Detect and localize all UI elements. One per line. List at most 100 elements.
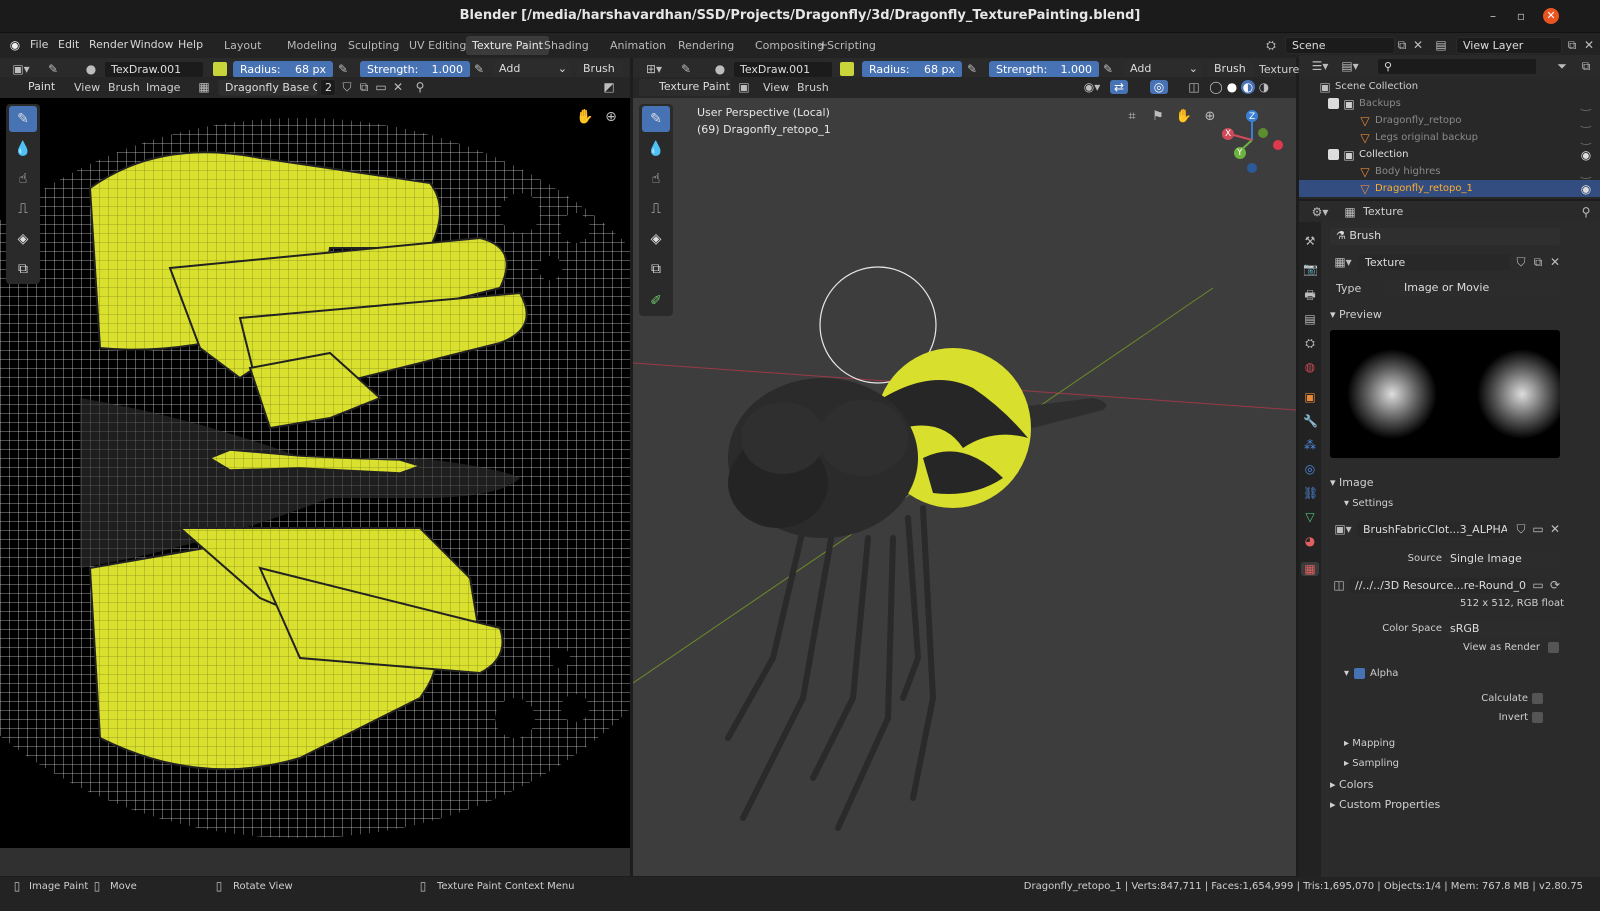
zoom-view-icon[interactable]: ⊕ [1201, 110, 1219, 124]
texture-menu[interactable]: Texture [1259, 63, 1299, 76]
workspace-tab-texture-paint[interactable]: Texture Paint [466, 36, 549, 55]
viewport-brush-name-field[interactable]: TexDraw.001 [733, 61, 833, 78]
3d-viewport[interactable]: User Perspective (Local) (69) Dragonfly_… [633, 98, 1296, 876]
new-view-layer-icon[interactable]: ⧉ [1565, 38, 1579, 52]
output-tab-icon[interactable]: 🖶 [1303, 288, 1317, 302]
image-open-icon[interactable]: ▭ [1531, 522, 1545, 536]
texture-type-dropdown[interactable]: Image or Movie [1382, 280, 1560, 297]
annotate-tool-icon[interactable]: ✐ [642, 288, 670, 314]
mode-dropdown[interactable]: Paint [6, 79, 64, 96]
viewport-clone-tool-icon[interactable]: ⎍ [642, 196, 670, 222]
preview-section-header[interactable]: ▾ Preview [1330, 308, 1382, 321]
sampling-subheader[interactable]: ▸ Sampling [1344, 758, 1399, 769]
view-layer-tab-icon[interactable]: ▤ [1303, 312, 1317, 326]
maximize-button[interactable]: ▫ [1513, 8, 1529, 24]
brush-menu-dropdown[interactable]: Brush [577, 61, 623, 78]
workspace-tab-shading[interactable]: Shading [538, 36, 595, 55]
visibility-eye-icon[interactable]: ‿ [1579, 97, 1593, 111]
render-tab-icon[interactable]: 📷 [1303, 262, 1318, 276]
image-unlink-icon[interactable]: ✕ [1548, 522, 1562, 536]
fake-user-icon[interactable]: ⛉ [340, 80, 354, 94]
viewport-draw-tool-icon[interactable]: ✎ [642, 106, 670, 132]
viewport-smear-tool-icon[interactable]: ☝ [642, 166, 670, 192]
brush-name-field[interactable]: TexDraw.001 [104, 61, 204, 78]
outliner-row[interactable]: ▽ Body highres ‿ [1299, 163, 1600, 180]
fill-tool-icon[interactable]: ◈ [9, 226, 37, 252]
viewport-soften-tool-icon[interactable]: 💧 [642, 136, 670, 162]
uv-texture-canvas[interactable]: ✎ 💧 ☝ ⎍ ◈ ⧉ ✋ ⊕ [0, 98, 630, 848]
pin-icon[interactable]: ⚲ [413, 80, 427, 94]
view-as-render-checkbox[interactable] [1548, 642, 1559, 653]
mapping-subheader[interactable]: ▸ Mapping [1344, 738, 1395, 749]
particles-tab-icon[interactable]: ⁂ [1303, 438, 1317, 452]
viewport-mode-dropdown[interactable]: Texture Paint [639, 79, 731, 96]
menu-view[interactable]: View [74, 81, 100, 94]
outliner-root-row[interactable]: ▣ Scene Collection [1299, 78, 1600, 95]
viewport-blend-dropdown[interactable]: Add ⌄ [1124, 61, 1202, 78]
outliner-search-input[interactable]: ⚲ [1377, 58, 1537, 75]
gizmo-toggle-icon[interactable]: ⇄ [1110, 80, 1128, 94]
pan-view-icon[interactable]: ✋ [1175, 110, 1193, 124]
outliner-row[interactable]: ▽ Dragonfly_retopo ‿ [1299, 112, 1600, 129]
visibility-eye-icon[interactable]: ◉ [1579, 182, 1593, 196]
reload-icon[interactable]: ⟳ [1548, 578, 1562, 592]
image-browse-icon[interactable]: ▣▾ [1332, 522, 1354, 536]
delete-scene-icon[interactable]: ✕ [1411, 38, 1425, 52]
soften-tool-icon[interactable]: 💧 [9, 136, 37, 162]
constraints-tab-icon[interactable]: ⛓ [1303, 486, 1318, 500]
outliner-row[interactable]: ▣ Collection ◉ [1299, 146, 1600, 163]
view-layer-field[interactable]: View Layer [1456, 37, 1562, 54]
viewport-menu-view[interactable]: View [763, 81, 789, 94]
scene-tab-icon[interactable]: ⛭ [1303, 336, 1317, 350]
display-mode-icon[interactable]: ▤▾ [1339, 59, 1361, 73]
new-collection-icon[interactable]: ⧉ [1579, 59, 1593, 73]
modifier-tab-icon[interactable]: 🔧 [1303, 414, 1318, 428]
texture-new-icon[interactable]: ⧉ [1531, 255, 1545, 269]
draw-tool-icon[interactable]: ✎ [9, 106, 37, 132]
image-users-count[interactable]: 2 [320, 79, 336, 96]
view-layer-icon[interactable]: ▤ [1432, 38, 1450, 52]
viewport-brush-preview-icon[interactable]: ● [713, 62, 727, 76]
outliner-row[interactable]: ▽ Legs original backup ‿ [1299, 129, 1600, 146]
brush-color-swatch[interactable] [213, 62, 227, 76]
workspace-tab-animation[interactable]: Animation [604, 36, 672, 55]
texture-fake-user-icon[interactable]: ⛉ [1514, 255, 1528, 269]
menu-help[interactable]: Help [178, 38, 203, 51]
visibility-selector-icon[interactable]: ◉▾ [1081, 80, 1103, 94]
viewport-strength-field[interactable]: Strength: 1.000 [989, 61, 1099, 78]
image-file-field[interactable]: BrushFabricClot...3_ALPHA_1K.psd [1356, 521, 1508, 538]
colors-section-header[interactable]: ▸ Colors [1330, 778, 1373, 791]
pan-hand-icon[interactable]: ✋ [576, 110, 594, 124]
clone-tool-icon[interactable]: ⎍ [9, 196, 37, 222]
image-name-field[interactable]: Dragonfly Base Color [218, 79, 318, 96]
brush-tool-icon[interactable]: ✎ [44, 62, 62, 76]
editor-type-icon[interactable]: ▣▾ [8, 62, 34, 76]
pressure-strength-icon[interactable]: ✎ [472, 62, 486, 76]
zoom-icon[interactable]: ⊕ [602, 110, 620, 124]
viewport-pressure-radius-icon[interactable]: ✎ [965, 62, 979, 76]
data-tab-icon[interactable]: ▽ [1303, 510, 1317, 524]
custom-properties-header[interactable]: ▸ Custom Properties [1330, 798, 1440, 811]
menu-window[interactable]: Window [130, 38, 173, 51]
wireframe-shading-icon[interactable]: ◯ [1209, 80, 1223, 94]
blend-mode-dropdown[interactable]: Add ⌄ [493, 61, 571, 78]
material-shading-icon[interactable]: ◐ [1241, 80, 1255, 94]
menu-image[interactable]: Image [146, 81, 180, 94]
solid-shading-icon[interactable]: ● [1225, 80, 1239, 94]
pressure-radius-icon[interactable]: ✎ [336, 62, 350, 76]
alpha-subheader[interactable]: ▾ [1344, 668, 1349, 679]
new-scene-icon[interactable]: ⧉ [1395, 38, 1409, 52]
outliner-row[interactable]: ▽ Dragonfly_retopo_1 ◉ [1299, 180, 1600, 197]
blender-logo-icon[interactable]: ◉ [7, 38, 23, 52]
calculate-checkbox[interactable] [1532, 693, 1543, 704]
viewport-pressure-strength-icon[interactable]: ✎ [1101, 62, 1115, 76]
material-tab-icon[interactable]: ◕ [1303, 534, 1317, 548]
viewport-fill-tool-icon[interactable]: ◈ [642, 226, 670, 252]
delete-view-layer-icon[interactable]: ✕ [1582, 38, 1596, 52]
visibility-eye-icon[interactable]: ‿ [1579, 165, 1593, 179]
open-image-icon[interactable]: ▭ [374, 80, 388, 94]
filepath-field[interactable]: //../../3D Resource...re-Round_0115.psd [1348, 577, 1528, 594]
menu-file[interactable]: File [30, 38, 48, 51]
brush-texture-context-dropdown[interactable]: ⚗ Brush [1330, 228, 1560, 245]
object-mode-icon[interactable]: ▣ [737, 80, 751, 94]
